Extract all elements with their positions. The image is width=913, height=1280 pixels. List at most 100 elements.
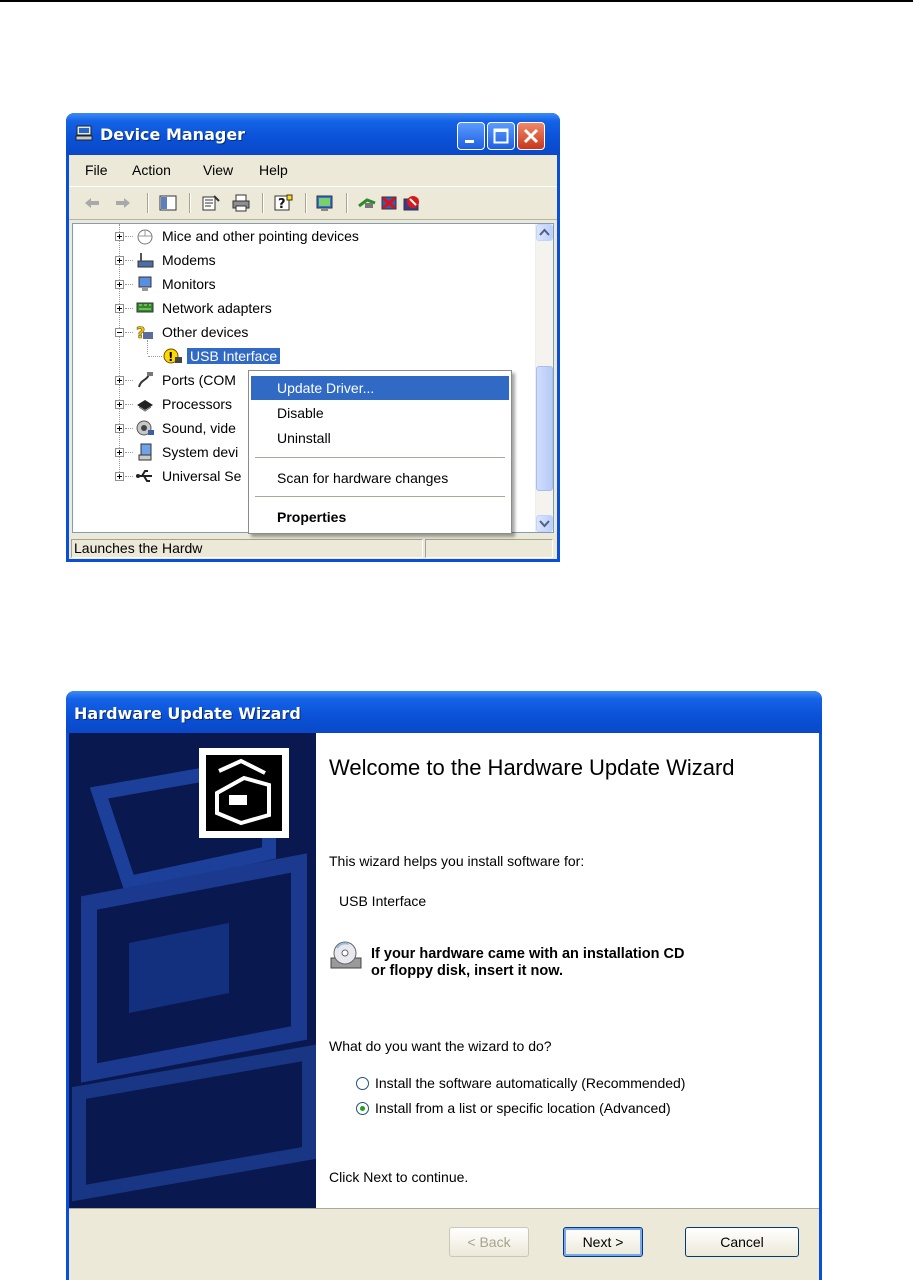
expand-button[interactable] <box>115 232 124 241</box>
uninstall-device-icon[interactable] <box>401 194 421 212</box>
warning-device-icon: ! <box>163 348 182 364</box>
expand-button[interactable] <box>115 424 124 433</box>
option-label: Install from a list or specific location… <box>375 1100 671 1116</box>
tree-item-network-adapters[interactable]: Network adapters <box>73 298 533 320</box>
status-text: Launches the Hardw <box>74 540 203 556</box>
tree-guide-line <box>125 260 133 261</box>
menu-item-label: Disable <box>277 405 324 421</box>
menu-item-label: Update Driver... <box>277 380 375 396</box>
status-pane: Launches the Hardw <box>71 539 423 558</box>
status-pane <box>425 539 553 558</box>
scan-hardware-icon[interactable] <box>315 194 335 212</box>
menu-view[interactable]: View <box>203 162 233 178</box>
properties-icon[interactable] <box>201 194 221 212</box>
maximize-button[interactable] <box>487 122 515 150</box>
menu-item-label: Properties <box>277 509 347 525</box>
svg-text:!: ! <box>168 350 173 364</box>
menu-item-properties[interactable]: Properties <box>251 505 509 529</box>
toolbar-separator <box>346 193 348 213</box>
disable-device-icon[interactable] <box>379 194 399 212</box>
back-button[interactable]: < Back <box>449 1227 529 1257</box>
tree-guide-line <box>125 308 133 309</box>
radio-automatic[interactable] <box>356 1077 369 1090</box>
question-device-icon: ? <box>136 323 153 341</box>
maximize-icon <box>493 128 509 144</box>
expand-button[interactable] <box>115 304 124 313</box>
tree-guide-line <box>125 332 133 333</box>
wizard-titlebar[interactable]: Hardware Update Wizard <box>66 691 822 733</box>
hardware-background-graphic <box>69 733 316 1208</box>
menu-help[interactable]: Help <box>259 162 288 178</box>
expand-button[interactable] <box>115 256 124 265</box>
scroll-thumb[interactable] <box>536 366 553 491</box>
tree-item-label: Monitors <box>162 276 216 292</box>
menu-separator <box>255 457 505 458</box>
close-button[interactable] <box>517 122 545 150</box>
sound-icon <box>136 420 154 436</box>
page-top-rule <box>0 0 913 2</box>
wizard-content: Welcome to the Hardware Update Wizard Th… <box>316 733 819 1208</box>
option-install-automatically[interactable]: Install the software automatically (Reco… <box>356 1075 796 1095</box>
usb-icon <box>136 470 152 482</box>
expand-button[interactable] <box>115 400 124 409</box>
tree-item-mice[interactable]: Mice and other pointing devices <box>73 226 533 248</box>
window-title: Hardware Update Wizard <box>74 704 301 723</box>
radio-from-list[interactable] <box>356 1102 369 1115</box>
menu-item-update-driver[interactable]: Update Driver... <box>251 376 509 400</box>
tree-item-usb-interface[interactable]: ! USB Interface <box>73 346 533 368</box>
tree-guide-line <box>125 476 133 477</box>
scroll-down-button[interactable] <box>536 515 553 532</box>
option-install-from-list[interactable]: Install from a list or specific location… <box>356 1100 796 1120</box>
svg-text:?: ? <box>278 197 286 212</box>
processor-icon <box>137 400 153 412</box>
tree-item-label: Other devices <box>162 324 249 340</box>
menu-item-disable[interactable]: Disable <box>251 401 509 425</box>
scroll-up-button[interactable] <box>536 224 553 241</box>
toolbar-separator <box>305 193 307 213</box>
device-manager-titlebar[interactable]: Device Manager <box>66 113 560 155</box>
menu-file[interactable]: File <box>85 162 108 178</box>
tree-guide-line <box>125 380 133 381</box>
cancel-button[interactable]: Cancel <box>685 1227 799 1257</box>
tree-item-other-devices[interactable]: ? Other devices <box>73 322 533 344</box>
expand-button[interactable] <box>115 376 124 385</box>
menu-action[interactable]: Action <box>132 162 171 178</box>
svg-text:?: ? <box>136 323 145 341</box>
option-label: Install the software automatically (Reco… <box>375 1075 686 1091</box>
cd-instruction-line1: If your hardware came with an installati… <box>371 946 685 962</box>
menu-item-uninstall[interactable]: Uninstall <box>251 426 509 450</box>
back-arrow-icon[interactable] <box>82 194 102 212</box>
menu-item-scan-hardware[interactable]: Scan for hardware changes <box>251 466 509 490</box>
tree-item-monitors[interactable]: Monitors <box>73 274 533 296</box>
tree-guide-line <box>125 428 133 429</box>
tree-item-modems[interactable]: Modems <box>73 250 533 272</box>
toolbar-separator <box>147 193 149 213</box>
help-icon[interactable]: ? <box>273 194 293 212</box>
vertical-scrollbar[interactable] <box>535 224 553 532</box>
minimize-button[interactable] <box>457 122 485 150</box>
tree-guide-line <box>125 404 133 405</box>
collapse-button[interactable] <box>115 328 124 337</box>
update-driver-icon[interactable] <box>357 194 377 212</box>
menu-item-label: Scan for hardware changes <box>277 470 449 486</box>
cd-instruction-line2: or floppy disk, insert it now. <box>371 963 564 979</box>
computer-icon <box>75 125 93 141</box>
hardware-update-wizard-window: Hardware Update Wizard Welcome to the Ha… <box>66 691 822 1280</box>
print-icon[interactable] <box>231 194 251 212</box>
expand-button[interactable] <box>115 280 124 289</box>
monitor-icon <box>138 276 152 291</box>
next-button[interactable]: Next > <box>563 1227 643 1257</box>
show-hide-tree-icon[interactable] <box>158 194 178 212</box>
forward-arrow-icon[interactable] <box>113 194 133 212</box>
tree-item-label: Universal Se <box>162 468 242 484</box>
tree-item-label: Network adapters <box>162 300 272 316</box>
tree-guide-line <box>125 452 133 453</box>
minimize-icon <box>465 140 474 143</box>
cd-drive-icon <box>330 941 362 969</box>
wizard-button-bar: < Back Next > Cancel <box>69 1208 819 1280</box>
tree-guide-line <box>148 356 162 357</box>
toolbar-separator <box>262 193 264 213</box>
expand-button[interactable] <box>115 448 124 457</box>
modem-icon <box>137 253 154 268</box>
expand-button[interactable] <box>115 472 124 481</box>
